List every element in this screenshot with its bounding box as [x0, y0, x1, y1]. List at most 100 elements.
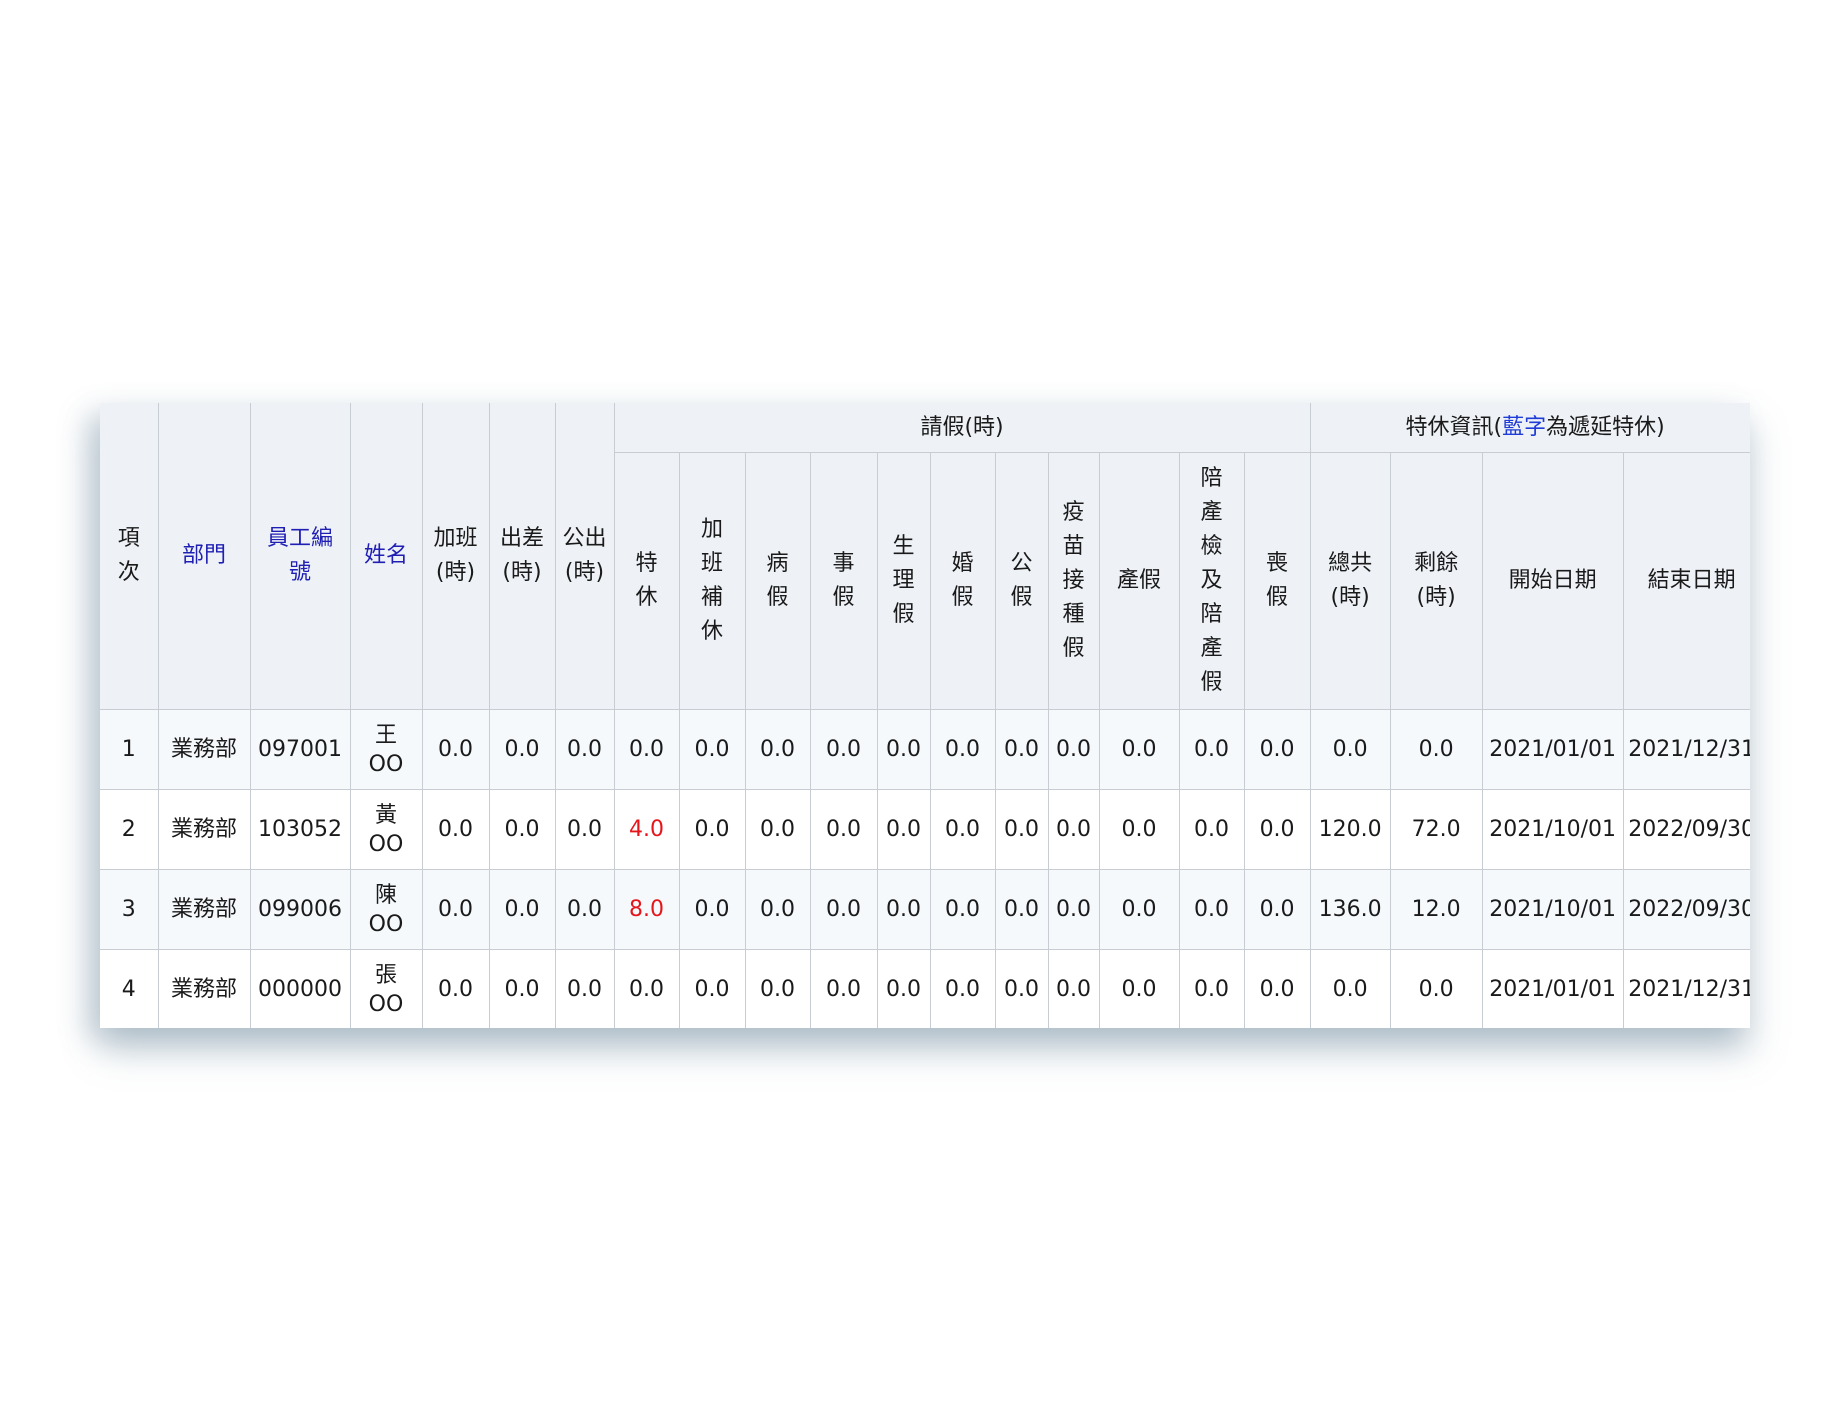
cell-emp-no: 103052: [249, 789, 351, 870]
cell-end-date: 2022/09/30: [1622, 869, 1750, 950]
cell-vaccine: 0.0: [1047, 949, 1100, 1028]
cell-personal: 0.0: [809, 869, 878, 950]
cell-official-out: 0.0: [554, 869, 615, 950]
cell-official: 0.0: [994, 709, 1049, 790]
cell-prenatal-paternity: 0.0: [1178, 949, 1245, 1028]
cell-sick: 0.0: [744, 869, 811, 950]
cell-name: 陳OO: [349, 869, 423, 950]
col-header-dept[interactable]: 部門: [157, 403, 251, 710]
cell-total: 136.0: [1309, 869, 1391, 950]
cell-official-out: 0.0: [554, 789, 615, 870]
cell-business-trip: 0.0: [488, 949, 556, 1028]
cell-official-out: 0.0: [554, 949, 615, 1028]
cell-remaining: 0.0: [1389, 949, 1483, 1028]
col-header-comp-leave: 加班補休: [678, 452, 746, 710]
cell-item: 3: [100, 869, 159, 950]
cell-end-date: 2021/12/31: [1622, 949, 1750, 1028]
cell-funeral: 0.0: [1243, 709, 1311, 790]
cell-name: 王OO: [349, 709, 423, 790]
col-header-emp-no[interactable]: 員工編號: [249, 403, 351, 710]
group-header-leave: 請假(時): [613, 403, 1311, 453]
cell-maternity: 0.0: [1098, 949, 1180, 1028]
table-row: 4 業務部 000000 張OO 0.0 0.0 0.0 0.0 0.0 0.0…: [100, 949, 1750, 1028]
table-row: 2 業務部 103052 黃OO 0.0 0.0 0.0 4.0 0.0 0.0…: [100, 789, 1750, 870]
cell-marriage: 0.0: [929, 949, 996, 1028]
attendance-summary-table: 項次 部門 員工編號 姓名 加班(時) 出差(時) 公出(時) 請假(時) 特休…: [100, 403, 1750, 1028]
cell-end-date: 2021/12/31: [1622, 709, 1750, 790]
group-header-annual-info: 特休資訊(藍字為遞延特休): [1309, 403, 1750, 453]
col-header-prenatal-paternity: 陪產檢及陪產假: [1178, 452, 1245, 710]
cell-name: 黃OO: [349, 789, 423, 870]
col-header-total: 總共(時): [1309, 452, 1391, 710]
cell-menstrual: 0.0: [876, 789, 931, 870]
cell-item: 2: [100, 789, 159, 870]
cell-prenatal-paternity: 0.0: [1178, 869, 1245, 950]
col-header-name[interactable]: 姓名: [349, 403, 423, 710]
cell-start-date: 2021/10/01: [1481, 789, 1624, 870]
group-header-row: 項次 部門 員工編號 姓名 加班(時) 出差(時) 公出(時) 請假(時) 特休…: [100, 403, 1750, 710]
cell-overtime: 0.0: [421, 949, 490, 1028]
cell-marriage: 0.0: [929, 869, 996, 950]
cell-sick: 0.0: [744, 789, 811, 870]
cell-remaining: 72.0: [1389, 789, 1483, 870]
cell-personal: 0.0: [809, 949, 878, 1028]
cell-maternity: 0.0: [1098, 789, 1180, 870]
cell-overtime: 0.0: [421, 789, 490, 870]
cell-start-date: 2021/01/01: [1481, 709, 1624, 790]
cell-sick: 0.0: [744, 949, 811, 1028]
cell-prenatal-paternity: 0.0: [1178, 709, 1245, 790]
cell-annual-highlighted: 4.0: [613, 789, 680, 870]
cell-comp-leave: 0.0: [678, 709, 746, 790]
col-header-funeral: 喪假: [1243, 452, 1311, 710]
cell-maternity: 0.0: [1098, 869, 1180, 950]
cell-item: 4: [100, 949, 159, 1028]
cell-vaccine: 0.0: [1047, 869, 1100, 950]
col-header-annual: 特休: [613, 452, 680, 710]
col-header-end-date: 結束日期: [1622, 452, 1750, 710]
cell-business-trip: 0.0: [488, 869, 556, 950]
cell-dept: 業務部: [157, 949, 251, 1028]
cell-menstrual: 0.0: [876, 709, 931, 790]
cell-vaccine: 0.0: [1047, 709, 1100, 790]
cell-official: 0.0: [994, 949, 1049, 1028]
cell-official: 0.0: [994, 869, 1049, 950]
cell-menstrual: 0.0: [876, 949, 931, 1028]
cell-business-trip: 0.0: [488, 789, 556, 870]
col-header-item: 項次: [100, 403, 159, 710]
cell-business-trip: 0.0: [488, 709, 556, 790]
cell-comp-leave: 0.0: [678, 869, 746, 950]
cell-item: 1: [100, 709, 159, 790]
cell-end-date: 2022/09/30: [1622, 789, 1750, 870]
cell-comp-leave: 0.0: [678, 789, 746, 870]
cell-marriage: 0.0: [929, 709, 996, 790]
cell-dept: 業務部: [157, 869, 251, 950]
cell-total: 0.0: [1309, 709, 1391, 790]
cell-dept: 業務部: [157, 789, 251, 870]
col-header-remaining: 剩餘(時): [1389, 452, 1483, 710]
cell-personal: 0.0: [809, 789, 878, 870]
cell-overtime: 0.0: [421, 709, 490, 790]
col-header-personal: 事假: [809, 452, 878, 710]
cell-official-out: 0.0: [554, 709, 615, 790]
deferred-legend-text: 藍字: [1502, 414, 1547, 440]
cell-vaccine: 0.0: [1047, 789, 1100, 870]
cell-remaining: 12.0: [1389, 869, 1483, 950]
cell-total: 0.0: [1309, 949, 1391, 1028]
cell-menstrual: 0.0: [876, 869, 931, 950]
cell-annual: 0.0: [613, 709, 680, 790]
attendance-table-panel: 項次 部門 員工編號 姓名 加班(時) 出差(時) 公出(時) 請假(時) 特休…: [100, 403, 1750, 1028]
col-header-overtime: 加班(時): [421, 403, 490, 710]
col-header-vaccine: 疫苗接種假: [1047, 452, 1100, 710]
cell-maternity: 0.0: [1098, 709, 1180, 790]
cell-funeral: 0.0: [1243, 869, 1311, 950]
cell-remaining: 0.0: [1389, 709, 1483, 790]
col-header-menstrual: 生理假: [876, 452, 931, 710]
cell-official: 0.0: [994, 789, 1049, 870]
cell-annual: 0.0: [613, 949, 680, 1028]
cell-total: 120.0: [1309, 789, 1391, 870]
cell-personal: 0.0: [809, 709, 878, 790]
col-header-maternity: 產假: [1098, 452, 1180, 710]
cell-funeral: 0.0: [1243, 789, 1311, 870]
table-row: 3 業務部 099006 陳OO 0.0 0.0 0.0 8.0 0.0 0.0…: [100, 869, 1750, 950]
cell-overtime: 0.0: [421, 869, 490, 950]
